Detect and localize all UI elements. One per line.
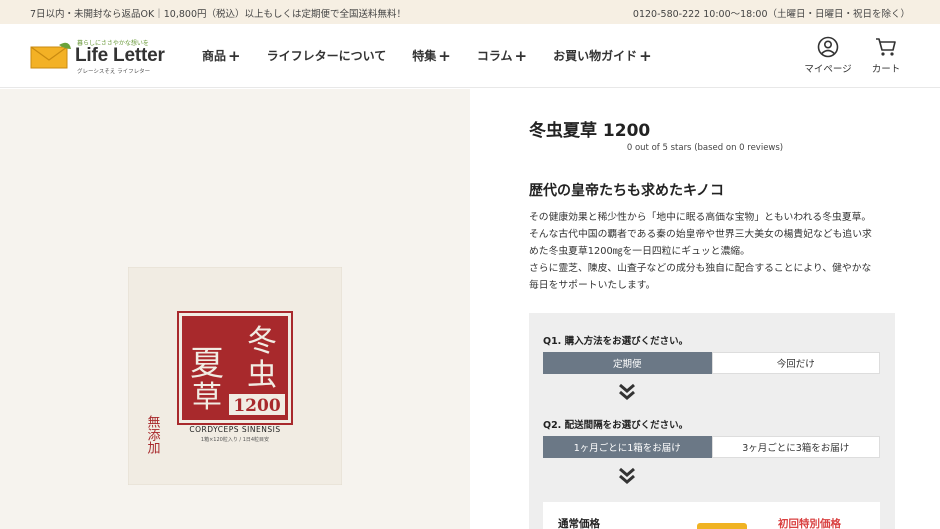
option-monthly-1box[interactable]: 1ヶ月ごとに1箱をお届け xyxy=(543,436,712,458)
product-description: その健康効果と稀少性から「地中に眠る高価な宝物」ともいわれる冬虫夏草。 そんな古… xyxy=(529,209,891,294)
question-delivery-interval: Q2. 配送間隔をお選びください。 xyxy=(543,420,689,431)
price-box: 通常価格 初回特別価格 xyxy=(543,502,880,529)
product-title: 冬虫夏草 1200 xyxy=(529,121,651,141)
cart-link[interactable]: カート xyxy=(866,36,906,75)
nav-about-label: ライフレターについて xyxy=(266,49,387,63)
product-side-label: 無添加 xyxy=(145,415,161,455)
nav-column[interactable]: コラム + xyxy=(477,47,527,64)
plus-icon: + xyxy=(438,46,451,65)
description-line: 毎日をサポートいたします。 xyxy=(529,280,656,291)
nav-products[interactable]: 商品 + xyxy=(202,47,241,64)
nav-column-label: コラム xyxy=(476,49,513,63)
option-one-time[interactable]: 今回だけ xyxy=(711,352,880,374)
review-text: 0 out of 5 stars (based on 0 reviews) xyxy=(626,143,784,153)
product-seal-left: 夏 xyxy=(190,344,224,384)
top-info-bar: 7日以内・未開封なら返品OK｜10,800円（税込）以上もしくは定期便で全国送料… xyxy=(0,0,940,24)
description-line: めた冬虫夏草1200㎎を一日四粒にギュッと濃縮。 xyxy=(529,246,750,257)
product-image-area: 夏 草 冬 虫 1200 CORDYCEPS SINENSIS 1箱×120粒入… xyxy=(0,89,470,529)
description-line: さらに霊芝、陳皮、山査子などの成分も独自に配合することにより、健やかな xyxy=(529,263,872,274)
mypage-label: マイページ xyxy=(804,64,852,75)
product-catchphrase: 歴代の皇帝たちも求めたキノコ xyxy=(529,183,725,199)
regular-price-label: 通常価格 xyxy=(558,518,600,529)
product-number: 1200 xyxy=(233,396,280,416)
site-header: 暮らしにささやかな想いを Life Letter グレーシスそえ ライフレター … xyxy=(0,24,940,88)
purchase-options-box: Q1. 購入方法をお選びください。 定期便 今回だけ Q2. 配送間隔をお選びく… xyxy=(529,313,895,529)
cart-icon xyxy=(876,38,896,56)
product-latin: CORDYCEPS SINENSIS xyxy=(189,425,280,434)
question-purchase-method: Q1. 購入方法をお選びください。 xyxy=(543,336,689,347)
purchase-method-options: 定期便 今回だけ xyxy=(543,352,880,374)
delivery-interval-options: 1ヶ月ごとに1箱をお届け 3ヶ月ごとに3箱をお届け xyxy=(543,436,880,458)
description-line: その健康効果と稀少性から「地中に眠る高価な宝物」ともいわれる冬虫夏草。 xyxy=(529,212,872,223)
site-logo[interactable]: 暮らしにささやかな想いを Life Letter グレーシスそえ ライフレター xyxy=(29,38,179,78)
price-badge xyxy=(697,523,747,529)
cart-label: カート xyxy=(871,64,901,75)
product-info: 冬虫夏草 1200 0 out of 5 stars (based on 0 r… xyxy=(470,89,940,529)
contact-phone[interactable]: 0120-580-222 10:00～18:00（土曜日・日曜日・祝日を除く） xyxy=(633,6,910,20)
nav-about[interactable]: ライフレターについて xyxy=(267,47,387,64)
plus-icon: + xyxy=(514,46,528,65)
nav-features-label: 特集 xyxy=(412,49,437,63)
plus-icon: + xyxy=(228,46,241,65)
nav-guide-label: お買い物ガイド xyxy=(553,49,638,63)
user-circle-icon xyxy=(817,36,839,58)
double-chevron-down-icon xyxy=(619,467,635,484)
main-nav: 商品 + ライフレターについて 特集 + コラム + お買い物ガイド + xyxy=(202,47,678,64)
mypage-link[interactable]: マイページ xyxy=(802,36,854,75)
review-summary[interactable]: 0 out of 5 stars (based on 0 reviews) xyxy=(470,143,940,153)
description-line: そんな古代中国の覇者である秦の始皇帝や世界三大美女の楊貴妃なども追い求 xyxy=(529,229,872,240)
plus-icon: + xyxy=(639,46,652,65)
product-small-text: 1箱×120粒入り / 1日4粒目安 xyxy=(201,436,269,443)
product-seal-left2: 草 xyxy=(192,380,222,415)
first-time-price-label: 初回特別価格 xyxy=(778,518,841,529)
nav-products-label: 商品 xyxy=(202,49,227,63)
product-seal-right2: 虫 xyxy=(247,358,277,393)
logo-brand: Life Letter xyxy=(75,45,165,66)
product-seal-right: 冬 xyxy=(247,324,277,359)
double-chevron-down-icon xyxy=(619,383,635,400)
option-subscription[interactable]: 定期便 xyxy=(543,352,712,374)
nav-shopping-guide[interactable]: お買い物ガイド + xyxy=(553,47,652,64)
option-3monthly-3box[interactable]: 3ヶ月ごとに3箱をお届け xyxy=(711,436,880,458)
shipping-notice: 7日以内・未開封なら返品OK｜10,800円（税込）以上もしくは定期便で全国送料… xyxy=(30,9,406,20)
logo-subtitle: グレーシスそえ ライフレター xyxy=(77,69,151,75)
envelope-logo-icon xyxy=(30,42,71,69)
product-package-image[interactable]: 夏 草 冬 虫 1200 CORDYCEPS SINENSIS 1箱×120粒入… xyxy=(128,267,342,485)
nav-features[interactable]: 特集 + xyxy=(412,47,451,64)
